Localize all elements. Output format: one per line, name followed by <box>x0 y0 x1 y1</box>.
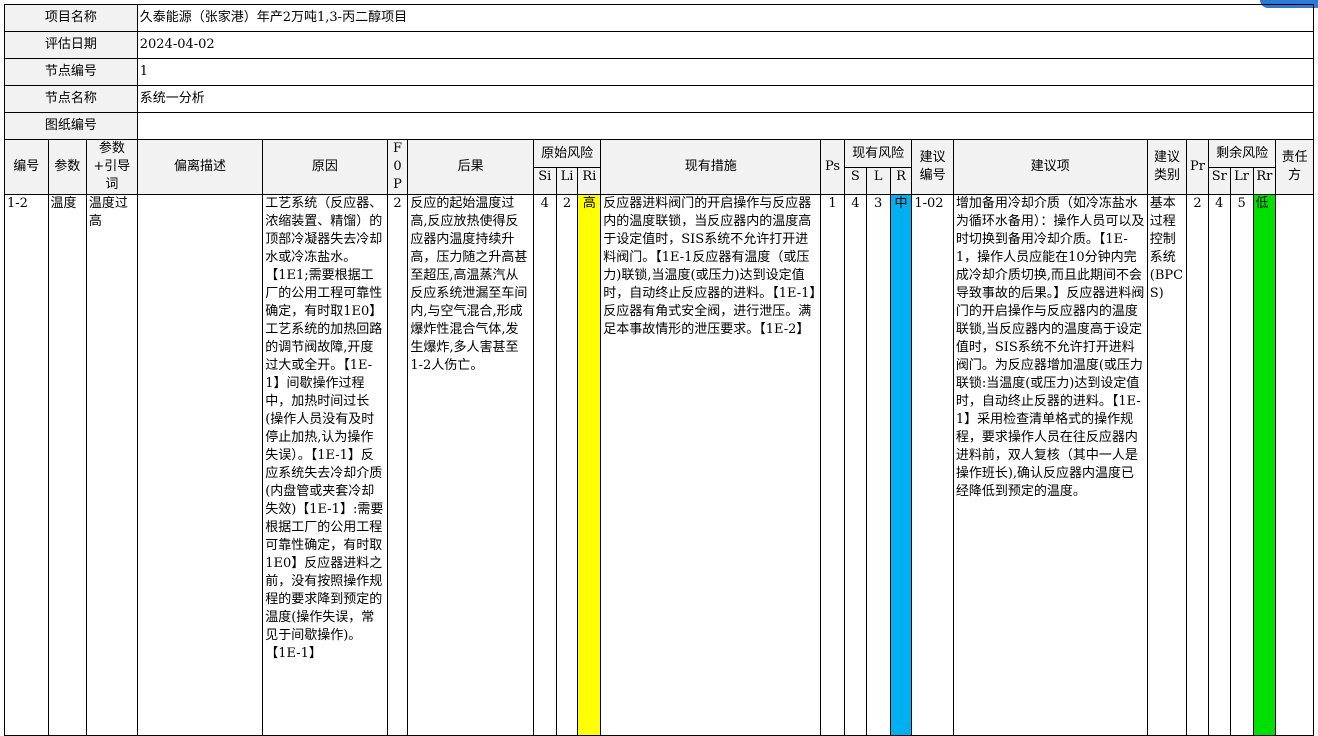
date-value: 2024-04-02 <box>136 31 1315 59</box>
header-row-drawing: 图纸编号 <box>4 112 1315 140</box>
header-row-node-no: 节点编号 1 <box>4 58 1315 86</box>
cell-l: 3 <box>865 194 891 736</box>
cell-pr: 2 <box>1186 194 1209 736</box>
col-li: Li <box>555 167 579 195</box>
table-row: 1-2 温度 温度过高 工艺系统（反应器、浓缩装置、精馏）的顶部冷凝器失去冷却水… <box>4 194 1314 736</box>
header-row-project: 项目名称 久泰能源（张家港）年产2万吨1,3-丙二醇项目 <box>4 4 1315 32</box>
col-suggestion: 建议项 <box>952 139 1148 195</box>
col-param-guide: 参数+引导词 <box>85 139 138 195</box>
header-row-date: 评估日期 2024-04-02 <box>4 31 1315 59</box>
cell-rr: 低 <box>1252 194 1277 736</box>
cell-lr: 5 <box>1229 194 1254 736</box>
cell-measures: 反应器进料阀门的开启操作与反应器内的温度联锁，当反应器内的温度高于设定值时，SI… <box>600 194 822 736</box>
cell-consequence: 反应的起始温度过高,反应放热使得反应器内温度持续升高，压力随之升高甚至超压,高温… <box>407 194 534 736</box>
cell-si: 4 <box>532 194 557 736</box>
date-label: 评估日期 <box>4 31 138 59</box>
node-no-value: 1 <box>136 58 1315 86</box>
col-no: 编号 <box>4 139 49 195</box>
project-label: 项目名称 <box>4 4 138 32</box>
cell-owner <box>1275 194 1314 736</box>
drawing-label: 图纸编号 <box>4 112 138 140</box>
cell-param-guide: 温度过高 <box>85 194 138 736</box>
drawing-value <box>136 112 1315 140</box>
col-lr: Lr <box>1229 167 1254 195</box>
col-suggestion-no: 建议编号 <box>911 139 954 195</box>
col-remaining-risk: 剩余风险 <box>1207 138 1277 169</box>
col-deviation: 偏离描述 <box>136 139 264 195</box>
cell-param: 温度 <box>47 194 87 736</box>
col-current-risk: 现有风险 <box>843 138 913 169</box>
col-original-risk: 原始风险 <box>532 138 602 169</box>
col-l: L <box>865 167 891 195</box>
header-row-node-name: 节点名称 系统一分析 <box>4 85 1315 113</box>
col-suggestion-type: 建议类别 <box>1146 139 1188 195</box>
cell-r: 中 <box>889 194 913 736</box>
col-s: S <box>843 167 867 195</box>
node-name-label: 节点名称 <box>4 85 138 113</box>
col-si: Si <box>532 167 557 195</box>
column-header-row: 编号 参数 参数+引导词 偏离描述 原因 F0P 后果 原始风险 现有措施 Ps… <box>4 138 1314 195</box>
cell-sr: 4 <box>1207 194 1231 736</box>
col-pr: Pr <box>1186 139 1209 195</box>
col-ri: Ri <box>577 167 602 195</box>
project-value: 久泰能源（张家港）年产2万吨1,3-丙二醇项目 <box>136 4 1315 32</box>
cell-suggestion: 增加备用冷却介质（如冷冻盐水为循环水备用）：操作人员可以及时切换到备用冷却介质。… <box>952 194 1148 736</box>
col-f0p: F0P <box>386 139 409 195</box>
col-measures: 现有措施 <box>600 139 822 195</box>
cell-suggestion-no: 1-02 <box>911 194 954 736</box>
cell-deviation <box>136 194 264 736</box>
col-r: R <box>889 167 913 195</box>
hazop-table: 项目名称 久泰能源（张家港）年产2万吨1,3-丙二醇项目 评估日期 2024-0… <box>4 4 1315 736</box>
cell-suggestion-type: 基本过程控制系统(BPCS) <box>1146 194 1188 736</box>
cell-ri: 高 <box>577 194 602 736</box>
node-no-label: 节点编号 <box>4 58 138 86</box>
cell-cause: 工艺系统（反应器、浓缩装置、精馏）的顶部冷凝器失去冷却水或冷冻盐水。【1E1;需… <box>262 194 388 736</box>
col-sr: Sr <box>1207 167 1231 195</box>
col-owner: 责任方 <box>1275 139 1314 195</box>
col-consequence: 后果 <box>407 139 534 195</box>
col-ps: Ps <box>820 139 845 195</box>
cell-no: 1-2 <box>4 194 49 736</box>
col-param: 参数 <box>47 139 87 195</box>
col-rr: Rr <box>1252 167 1277 195</box>
node-name-value: 系统一分析 <box>136 85 1315 113</box>
cell-s: 4 <box>843 194 867 736</box>
col-cause: 原因 <box>262 139 388 195</box>
cell-ps: 1 <box>820 194 845 736</box>
cell-f0p: 2 <box>386 194 409 736</box>
cell-li: 2 <box>555 194 579 736</box>
